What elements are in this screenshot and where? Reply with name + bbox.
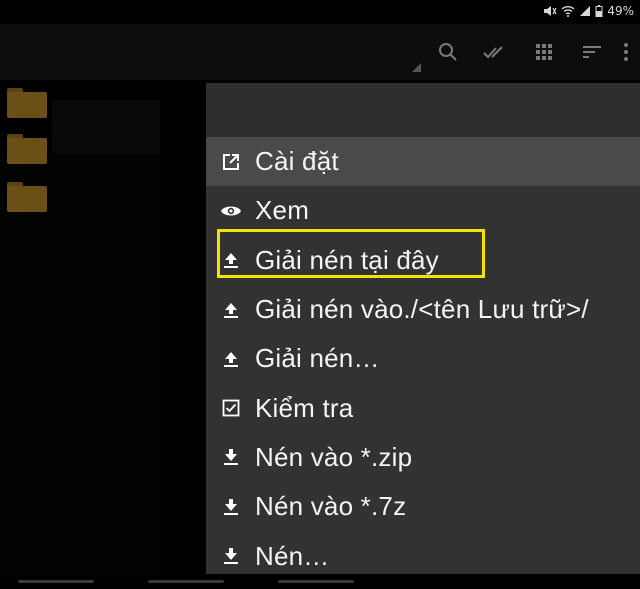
menu-item-label: Kiểm tra — [255, 392, 354, 423]
file-list-area — [0, 154, 160, 574]
dropdown-corner-mark — [412, 63, 421, 72]
highlight-box — [217, 229, 485, 278]
context-menu: Cài đặt Xem Giải nén tại đây Giải nén và… — [206, 83, 640, 575]
menu-item-test[interactable]: Kiểm tra — [206, 383, 640, 432]
signal-icon — [579, 5, 591, 17]
grid-view-icon[interactable] — [532, 40, 556, 64]
app-toolbar — [0, 24, 640, 80]
nav-indicator — [278, 580, 354, 583]
menu-item-compress-7z[interactable]: Nén vào *.7z — [206, 482, 640, 531]
file-list — [0, 82, 206, 574]
select-all-icon[interactable] — [482, 40, 506, 64]
menu-item-settings[interactable]: Cài đặt — [206, 137, 640, 187]
status-icons: 49% — [543, 4, 634, 18]
folder-icon[interactable] — [7, 182, 47, 214]
menu-item-label: Nén vào *.7z — [255, 491, 407, 522]
battery-percent: 49% — [607, 4, 634, 18]
menu-item-label: Giải nén… — [255, 343, 380, 374]
search-icon[interactable] — [436, 40, 460, 64]
compress-icon — [220, 496, 242, 518]
menu-item-extract-to-folder[interactable]: Giải nén vào./<tên Lưu trữ>/ — [206, 285, 640, 334]
status-bar: 49% — [0, 0, 640, 24]
folder-icon[interactable] — [7, 134, 47, 166]
file-name-area — [52, 100, 160, 154]
menu-item-label: Giải nén vào./<tên Lưu trữ>/ — [255, 294, 589, 325]
menu-header — [206, 83, 640, 137]
battery-icon — [595, 5, 603, 17]
nav-indicator — [18, 580, 94, 583]
menu-item-extract[interactable]: Giải nén… — [206, 334, 640, 383]
eye-icon — [220, 200, 242, 222]
extract-icon — [220, 348, 242, 370]
mute-icon — [543, 5, 557, 17]
menu-item-label: Xem — [255, 195, 310, 226]
nav-indicator — [148, 580, 224, 583]
folder-icon[interactable] — [7, 88, 47, 120]
sort-icon[interactable] — [580, 40, 604, 64]
menu-item-label: Nén vào *.zip — [255, 441, 413, 472]
compress-icon — [220, 446, 242, 468]
menu-item-compress-zip[interactable]: Nén vào *.zip — [206, 433, 640, 482]
menu-item-label: Nén… — [255, 540, 330, 571]
extract-icon — [220, 299, 242, 321]
more-icon[interactable] — [620, 40, 640, 64]
wifi-icon — [561, 5, 575, 17]
checkbox-icon — [220, 397, 242, 419]
menu-item-label: Cài đặt — [255, 146, 339, 177]
open-external-icon — [220, 151, 242, 173]
compress-icon — [220, 545, 242, 567]
